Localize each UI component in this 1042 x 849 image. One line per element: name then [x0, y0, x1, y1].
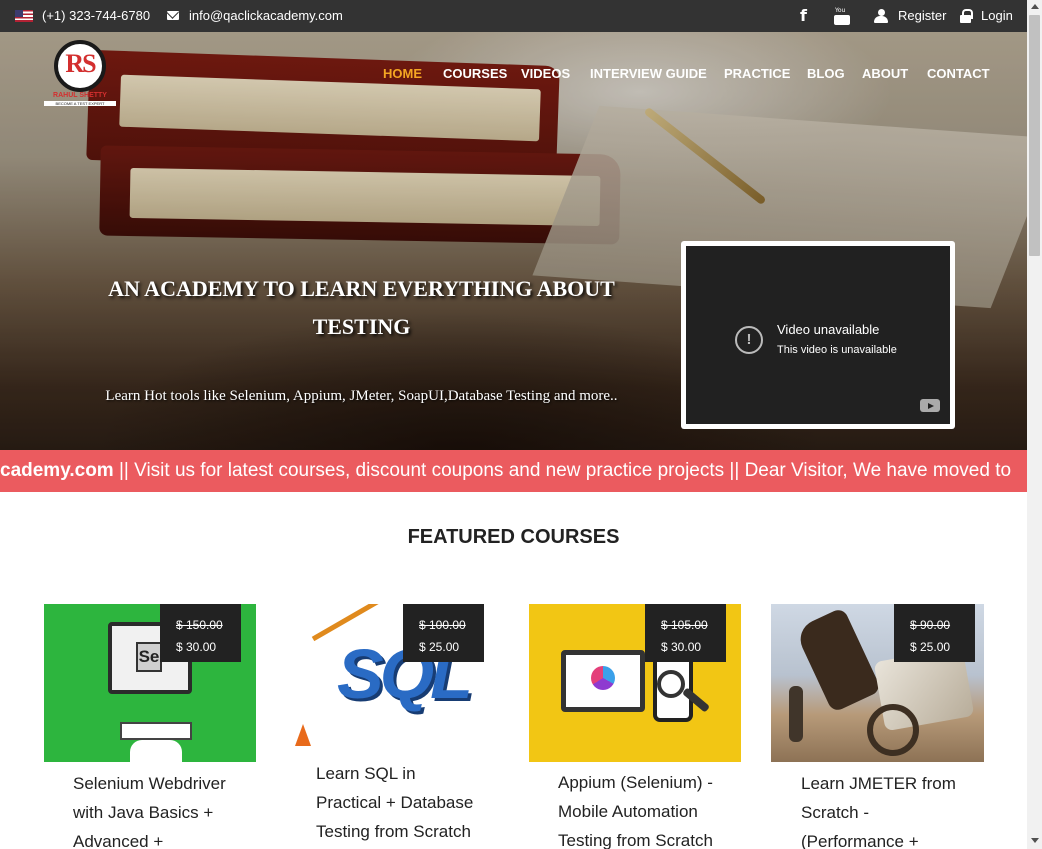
featured-courses-heading: FEATURED COURSES	[407, 526, 620, 548]
nav-interview-guide[interactable]: INTERVIEW GUIDE	[590, 66, 707, 84]
course-title-sql[interactable]: Learn SQL in Practical + Database Testin…	[316, 759, 473, 846]
new-price: $ 30.00	[661, 640, 702, 654]
course-title-line: Scratch -	[801, 803, 870, 822]
new-price: $ 30.00	[176, 640, 217, 654]
register-link[interactable]: Register	[898, 0, 946, 32]
nav-about[interactable]: ABOUT	[862, 66, 908, 84]
scroll-up-icon[interactable]	[1031, 4, 1039, 9]
page-scrollbar[interactable]	[1027, 0, 1042, 849]
video-player[interactable]: ! Video unavailable This video is unavai…	[686, 246, 950, 424]
marquee-text: cademy.com || Visit us for latest course…	[0, 450, 1011, 492]
error-icon: !	[735, 326, 763, 354]
course-title-line: Practical + Database	[316, 793, 474, 812]
lock-icon	[960, 9, 973, 23]
youtube-icon-text: You	[835, 7, 846, 14]
course-title-line: Appium (Selenium) -	[558, 773, 713, 792]
course-title-appium[interactable]: Appium (Selenium) - Mobile Automation Te…	[558, 768, 713, 849]
marquee-body: || Visit us for latest courses, discount…	[113, 460, 1012, 481]
phone-number: (+1) 323-744-6780	[42, 8, 151, 23]
nav-courses[interactable]: COURSES	[443, 66, 507, 84]
logo-tagline: BECOME A TEST EXPERT	[44, 101, 116, 106]
logo-monogram: RS	[65, 49, 96, 78]
facebook-icon[interactable]: f	[800, 7, 807, 25]
youtube-logo-icon[interactable]	[920, 399, 940, 412]
envelope-icon	[167, 11, 179, 20]
nav-videos[interactable]: VIDEOS	[521, 66, 570, 84]
course-title-line: Learn JMETER from	[801, 774, 956, 793]
new-price: $ 25.00	[419, 640, 460, 654]
us-flag-icon	[15, 10, 33, 22]
old-price: $ 105.00	[661, 618, 708, 632]
course-title-jmeter[interactable]: Learn JMETER from Scratch - (Performance…	[801, 769, 956, 849]
price-badge: $ 100.00 $ 25.00	[403, 604, 484, 662]
youtube-icon[interactable]: You	[834, 8, 850, 25]
hero-subtitle: Learn Hot tools like Selenium, Appium, J…	[105, 388, 618, 404]
video-embed[interactable]: ! Video unavailable This video is unavai…	[681, 241, 955, 429]
hero-title: AN ACADEMY TO LEARN EVERYTHING ABOUT TES…	[100, 270, 623, 346]
course-title-line: with Java Basics +	[73, 803, 214, 822]
scroll-down-icon[interactable]	[1031, 838, 1039, 843]
magnifier-icon	[657, 670, 685, 698]
selenium-icon: Se	[136, 642, 162, 672]
course-title-line: Selenium Webdriver	[73, 774, 226, 793]
video-error-subtitle: This video is unavailable	[777, 344, 897, 356]
marquee-lead[interactable]: cademy.com	[0, 460, 114, 481]
price-badge: $ 90.00 $ 25.00	[894, 604, 975, 662]
nav-contact[interactable]: CONTACT	[927, 66, 990, 84]
old-price: $ 100.00	[419, 618, 466, 632]
email-link[interactable]: info@qaclickacademy.com	[189, 0, 343, 32]
old-price: $ 90.00	[910, 618, 951, 632]
login-link[interactable]: Login	[981, 0, 1013, 32]
nav-blog[interactable]: BLOG	[807, 66, 845, 84]
nav-home[interactable]: HOME	[383, 66, 422, 84]
user-icon	[874, 9, 888, 23]
announcement-marquee: cademy.com || Visit us for latest course…	[0, 450, 1027, 492]
course-title-line: Advanced +	[73, 832, 164, 849]
hero-title-line2: TESTING	[312, 314, 411, 339]
course-title-line: Mobile Automation	[558, 802, 698, 821]
new-price: $ 25.00	[910, 640, 951, 654]
scroll-thumb[interactable]	[1029, 15, 1040, 256]
course-title-line: Learn SQL in	[316, 764, 416, 783]
top-bar: (+1) 323-744-6780 info@qaclickacademy.co…	[0, 0, 1027, 32]
course-title-selenium[interactable]: Selenium Webdriver with Java Basics + Ad…	[73, 769, 226, 849]
nav-practice[interactable]: PRACTICE	[724, 66, 790, 84]
course-title-line: Testing from Scratch	[558, 831, 713, 849]
course-title-line: Testing from Scratch	[316, 822, 471, 841]
price-badge: $ 105.00 $ 30.00	[645, 604, 726, 662]
price-badge: $ 150.00 $ 30.00	[160, 604, 241, 662]
video-error-title: Video unavailable	[777, 322, 880, 337]
course-title-line: (Performance +	[801, 832, 919, 849]
site-logo[interactable]: RS RAHUL SHETTY BECOME A TEST EXPERT	[44, 40, 116, 112]
hero-title-line1: AN ACADEMY TO LEARN EVERYTHING ABOUT	[108, 276, 615, 301]
old-price: $ 150.00	[176, 618, 223, 632]
logo-brand: RAHUL SHETTY	[53, 92, 107, 99]
